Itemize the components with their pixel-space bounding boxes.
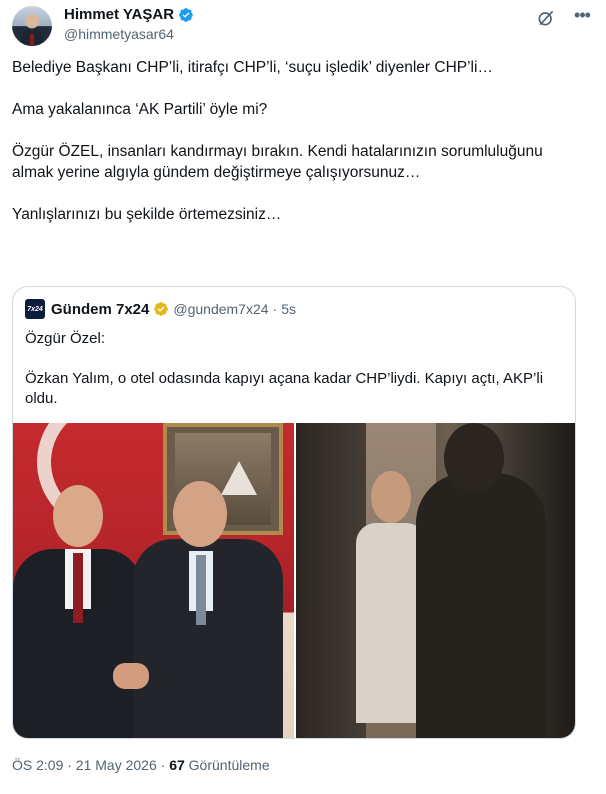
post-timestamp[interactable]: ÖS 2:09 · 21 May 2026 ·	[12, 757, 165, 773]
views-label: Görüntüleme	[188, 757, 270, 773]
post-paragraph: Yanlışlarınızı bu şekilde örtemezsiniz…	[12, 206, 282, 223]
author-name-row: Himmet YAŞAR	[64, 6, 194, 23]
post-header: Himmet YAŞAR @himmetyasar64 •••	[12, 4, 594, 46]
separator-dot: ·	[272, 301, 278, 317]
post-paragraph: Belediye Başkanı CHP’li, itirafçı CHP’li…	[12, 59, 493, 76]
more-icon[interactable]: •••	[572, 6, 592, 26]
photo-hotel-door[interactable]	[296, 423, 575, 738]
quoted-post-header: 7x24 Gündem 7x24 @gundem7x24 · 5s	[25, 299, 296, 319]
quoted-author-handle[interactable]: @gundem7x24	[173, 301, 268, 317]
quoted-paragraph: Özgür Özel:	[25, 330, 106, 347]
photo-handshake[interactable]	[13, 423, 294, 738]
quoted-post[interactable]: 7x24 Gündem 7x24 @gundem7x24 · 5s Özgür …	[12, 286, 576, 739]
quoted-paragraph: Özkan Yalım, o otel odasında kapıyı açan…	[25, 370, 544, 407]
verified-badge-icon	[179, 7, 193, 22]
author-handle[interactable]: @himmetyasar64	[64, 26, 174, 42]
post-body: Belediye Başkanı CHP’li, itirafçı CHP’li…	[12, 57, 582, 225]
quoted-author-name[interactable]: Gündem 7x24	[51, 301, 149, 318]
post-paragraph: Özgür ÖZEL, insanları kandırmayı bırakın…	[12, 143, 543, 181]
post-meta: ÖS 2:09 · 21 May 2026 · 67 Görüntüleme	[12, 757, 270, 773]
grok-icon[interactable]	[536, 8, 556, 28]
verified-gold-badge-icon	[154, 302, 169, 316]
quoted-post-body: Özgür Özel: Özkan Yalım, o otel odasında…	[25, 329, 565, 409]
quoted-media	[13, 423, 575, 738]
views-count: 67	[169, 757, 185, 773]
quoted-author-avatar[interactable]: 7x24	[25, 299, 45, 319]
quoted-post-time[interactable]: 5s	[281, 301, 296, 317]
post-paragraph: Ama yakalanınca ‘AK Partili’ öyle mi?	[12, 101, 268, 118]
author-name[interactable]: Himmet YAŞAR	[64, 6, 174, 23]
author-avatar[interactable]	[12, 6, 52, 46]
